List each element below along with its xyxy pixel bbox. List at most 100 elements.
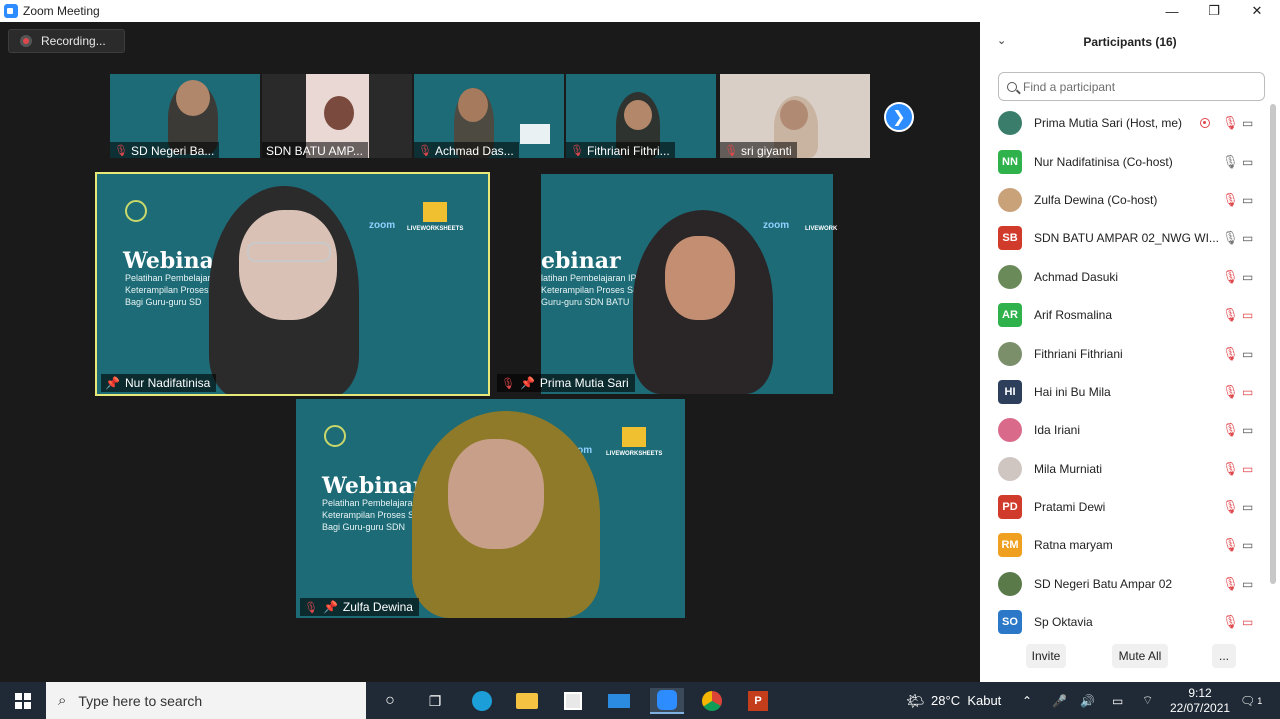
mic-muted-icon[interactable]: 🎙 <box>1222 461 1239 477</box>
avatar <box>998 571 1022 596</box>
next-page-button[interactable]: ❯ <box>884 102 914 132</box>
mic-muted-icon[interactable]: 🎙 <box>1222 499 1239 515</box>
participant-row[interactable]: Zulfa Dewina (Co-host) 🎙 ▭ <box>980 181 1268 219</box>
minimize-button[interactable]: — <box>1152 0 1192 22</box>
participant-row[interactable]: SO Sp Oktavia 🎙 ▭ <box>980 603 1268 641</box>
camera-icon[interactable]: ▭ <box>1242 231 1253 245</box>
search-input[interactable]: Find a participant <box>998 72 1265 101</box>
chevron-up-icon[interactable]: ⌃ <box>1022 682 1032 719</box>
zoom-taskbar-icon[interactable] <box>650 688 684 714</box>
participant-name: Achmad Dasuki <box>1034 269 1119 284</box>
camera-off-icon[interactable]: ▭ <box>1242 462 1253 476</box>
weather-text: 28°C Kabut <box>931 693 1002 708</box>
chevron-down-icon[interactable]: ⌄ <box>997 34 1006 47</box>
volume-icon[interactable]: 🔊 <box>1080 682 1095 719</box>
microphone-icon[interactable]: 🎤 <box>1052 682 1067 719</box>
chrome-icon[interactable] <box>699 688 725 714</box>
mic-muted-icon[interactable]: 🎙 <box>1222 115 1239 131</box>
camera-icon[interactable]: ▭ <box>1242 270 1253 284</box>
edge-browser-icon[interactable] <box>469 688 495 714</box>
participant-row[interactable]: SB SDN BATU AMPAR 02_NWG WI... 🎙 ▭ <box>980 219 1268 257</box>
participant-row[interactable]: Achmad Dasuki 🎙 ▭ <box>980 258 1268 296</box>
taskbar-search-placeholder: Type here to search <box>78 692 203 709</box>
pin-icon: 📌 <box>322 600 338 614</box>
battery-icon[interactable]: ▭ <box>1112 682 1123 719</box>
participant-name: Zulfa Dewina (Co-host) <box>1034 192 1158 207</box>
thumbnail-video[interactable]: 🎙 Achmad Das... <box>414 74 564 158</box>
recording-indicator[interactable]: Recording... <box>8 29 125 53</box>
participant-row[interactable]: SD Negeri Batu Ampar 02 🎙 ▭ <box>980 565 1268 603</box>
participant-row[interactable]: Prima Mutia Sari (Host, me) 🎙 ▭ <box>980 104 1268 142</box>
close-button[interactable]: ✕ <box>1237 0 1277 22</box>
avatar <box>998 456 1022 481</box>
participant-row[interactable]: HI Hai ini Bu Mila 🎙 ▭ <box>980 373 1268 411</box>
mic-muted-icon: 🎙 <box>724 145 738 157</box>
network-icon[interactable]: ⌔ <box>1142 682 1153 719</box>
thumbnail-video[interactable]: SDN BATU AMP... <box>262 74 412 158</box>
thumbnail-video[interactable]: 🎙 sri giyanti <box>720 74 870 158</box>
video-tile[interactable]: ebinar latihan Pembelajaran IPA Keterampi… <box>493 174 883 394</box>
participant-row[interactable]: AR Arif Rosmalina 🎙 ▭ <box>980 296 1268 334</box>
mic-muted-icon: 🎙 <box>570 145 584 157</box>
mail-icon[interactable] <box>606 688 632 714</box>
store-icon[interactable] <box>560 688 586 714</box>
invite-button[interactable]: Invite <box>1026 644 1066 668</box>
search-placeholder: Find a participant <box>1023 79 1116 94</box>
mic-muted-icon[interactable]: 🎙 <box>1222 576 1239 592</box>
mic-icon[interactable]: 🎙 <box>1222 154 1239 170</box>
more-options-button[interactable]: ... <box>1212 644 1236 668</box>
file-explorer-icon[interactable] <box>514 688 540 714</box>
mic-icon[interactable]: 🎙 <box>1222 230 1239 246</box>
camera-icon[interactable]: ▭ <box>1242 538 1253 552</box>
camera-icon[interactable]: ▭ <box>1242 347 1253 361</box>
liveworksheets-logo: LIVEWORKSHEETS <box>407 226 464 232</box>
mic-muted-icon[interactable]: 🎙 <box>1222 614 1239 630</box>
thumbnail-video[interactable]: 🎙 Fithriani Fithri... <box>566 74 716 158</box>
windows-logo-icon <box>15 692 31 709</box>
camera-off-icon[interactable]: ▭ <box>1242 385 1253 399</box>
camera-icon[interactable]: ▭ <box>1242 155 1253 169</box>
mic-muted-icon[interactable]: 🎙 <box>1222 384 1239 400</box>
notifications-button[interactable]: 🗨 1 <box>1240 682 1262 719</box>
liveworksheets-logo: LIVEWORK <box>805 226 838 232</box>
clock[interactable]: 9:12 22/07/2021 <box>1170 682 1230 719</box>
mic-muted-icon[interactable]: 🎙 <box>1222 269 1239 285</box>
avatar: SO <box>998 610 1022 635</box>
slide-title: Webinar <box>322 473 425 499</box>
mic-muted-icon[interactable]: 🎙 <box>1222 307 1239 323</box>
camera-off-icon[interactable]: ▭ <box>1242 308 1253 322</box>
notification-count: 1 <box>1257 695 1263 706</box>
mic-muted-icon: 🎙 <box>304 601 318 614</box>
participant-row[interactable]: RM Ratna maryam 🎙 ▭ <box>980 526 1268 564</box>
camera-icon[interactable]: ▭ <box>1242 423 1253 437</box>
camera-icon[interactable]: ▭ <box>1242 577 1253 591</box>
participant-row[interactable]: Fithriani Fithriani 🎙 ▭ <box>980 334 1268 372</box>
participant-row[interactable]: PD Pratami Dewi 🎙 ▭ <box>980 488 1268 526</box>
video-tile[interactable]: Webinar Pelatihan Pembelajaran Keterampil… <box>296 399 685 618</box>
camera-icon[interactable]: ▭ <box>1242 193 1253 207</box>
mic-muted-icon[interactable]: 🎙 <box>1222 422 1239 438</box>
participant-row[interactable]: Mila Murniati 🎙 ▭ <box>980 450 1268 488</box>
camera-icon[interactable]: ▭ <box>1242 116 1253 130</box>
participant-row[interactable]: NN Nur Nadifatinisa (Co-host) 🎙 ▭ <box>980 142 1268 180</box>
thumbnail-video[interactable]: 🎙 SD Negeri Ba... <box>110 74 260 158</box>
mic-muted-icon[interactable]: 🎙 <box>1222 346 1239 362</box>
mic-muted-icon: 🎙 <box>418 145 432 157</box>
start-button[interactable] <box>0 682 46 719</box>
video-tile-active-speaker[interactable]: Webinar Pelatihan Pembelajaran Keterampil… <box>95 172 490 396</box>
weather-widget[interactable]: 🌤 28°C Kabut <box>906 682 1001 719</box>
participant-row[interactable]: Ida Iriani 🎙 ▭ <box>980 411 1268 449</box>
mute-all-button[interactable]: Mute All <box>1112 644 1168 668</box>
taskbar-search-box[interactable]: ⌕ Type here to search <box>46 682 366 719</box>
camera-off-icon[interactable]: ▭ <box>1242 615 1253 629</box>
scrollbar[interactable] <box>1270 104 1276 584</box>
task-view-icon[interactable]: ❐ <box>422 688 448 714</box>
restore-button[interactable]: ❐ <box>1194 0 1234 22</box>
mic-muted-icon[interactable]: 🎙 <box>1222 192 1239 208</box>
mic-muted-icon[interactable]: 🎙 <box>1222 537 1239 553</box>
mic-muted-icon: 🎙 <box>501 377 515 390</box>
participant-name: SD Negeri Batu Ampar 02 <box>1034 576 1173 591</box>
powerpoint-icon[interactable]: P <box>745 688 771 714</box>
camera-icon[interactable]: ▭ <box>1242 500 1253 514</box>
cortana-icon[interactable]: ○ <box>377 688 403 714</box>
